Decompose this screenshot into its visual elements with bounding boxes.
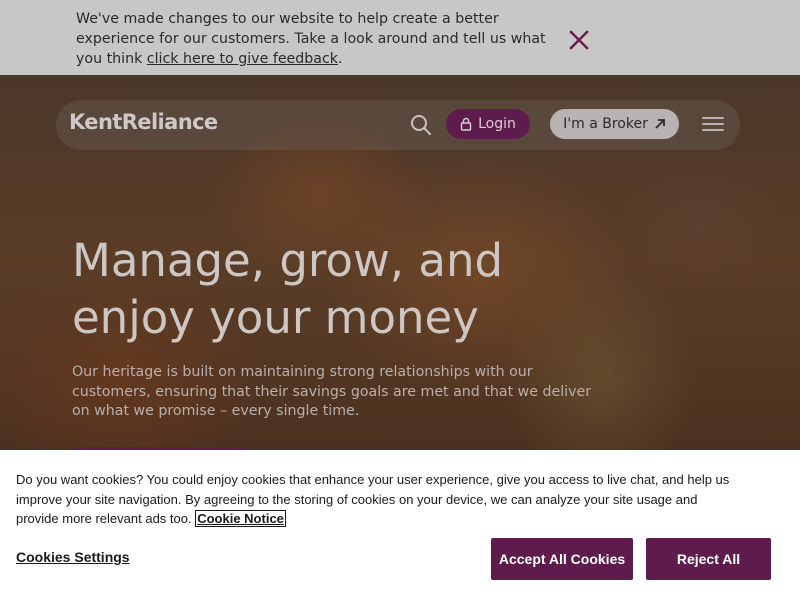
top-navigation: KentReliance Login I'm a Broker bbox=[56, 100, 740, 150]
broker-button[interactable]: I'm a Broker bbox=[550, 109, 679, 139]
cookies-settings-link[interactable]: Cookies Settings bbox=[16, 549, 130, 565]
close-icon[interactable] bbox=[566, 27, 592, 53]
lock-icon bbox=[460, 117, 472, 131]
accept-all-cookies-button[interactable]: Accept All Cookies bbox=[491, 538, 633, 580]
hero-subtitle: Our heritage is built on maintaining str… bbox=[72, 364, 592, 419]
cookie-message-text: Do you want cookies? You could enjoy coo… bbox=[16, 472, 730, 526]
login-label: Login bbox=[478, 116, 516, 132]
hero-title: Manage, grow, and enjoy your money bbox=[72, 234, 504, 344]
cookie-consent-bar: Do you want cookies? You could enjoy coo… bbox=[0, 450, 800, 600]
arrow-up-right-icon bbox=[655, 119, 665, 129]
reject-all-button[interactable]: Reject All bbox=[646, 538, 771, 580]
kent-reliance-logo[interactable]: KentReliance bbox=[69, 110, 218, 134]
feedback-banner-suffix: . bbox=[338, 51, 343, 67]
hamburger-menu-icon[interactable] bbox=[702, 114, 724, 134]
broker-label: I'm a Broker bbox=[563, 116, 648, 132]
search-icon[interactable] bbox=[408, 112, 434, 138]
feedback-link[interactable]: click here to give feedback bbox=[147, 51, 338, 67]
cookie-message: Do you want cookies? You could enjoy coo… bbox=[16, 470, 736, 529]
feedback-banner-text: We've made changes to our website to hel… bbox=[76, 9, 556, 69]
feedback-banner: We've made changes to our website to hel… bbox=[0, 0, 800, 75]
login-button[interactable]: Login bbox=[446, 109, 530, 139]
cookie-notice-link[interactable]: Cookie Notice bbox=[195, 510, 286, 527]
